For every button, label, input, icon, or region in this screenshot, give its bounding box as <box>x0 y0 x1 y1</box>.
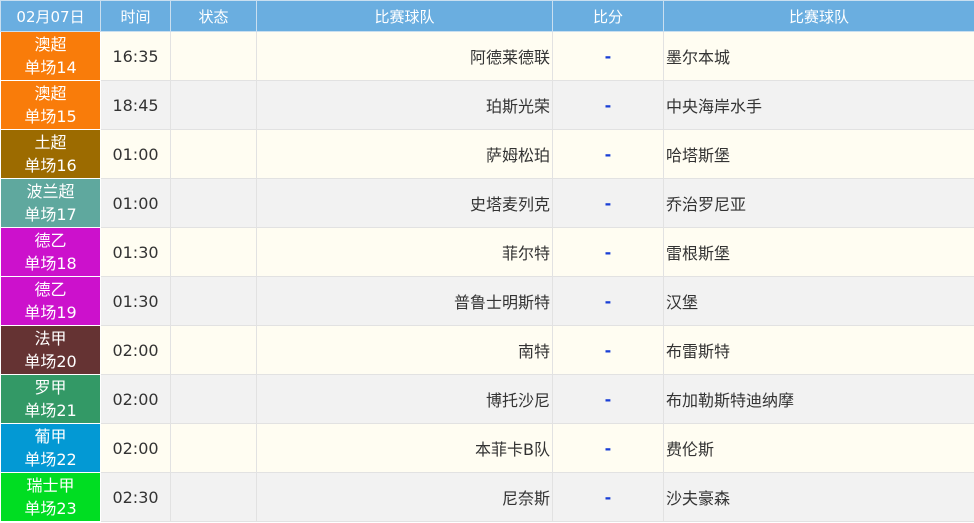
match-number: 单场23 <box>24 499 77 518</box>
header-time[interactable]: 时间 <box>100 0 171 32</box>
away-team[interactable]: 布加勒斯特迪纳摩 <box>663 374 974 424</box>
match-number: 单场16 <box>24 156 77 175</box>
home-team[interactable]: 史塔麦列克 <box>256 178 553 228</box>
match-row[interactable]: 土超 单场16 01:00 萨姆松珀 - 哈塔斯堡 <box>0 129 974 179</box>
match-schedule-table: 02月07日 时间 状态 比赛球队 比分 比赛球队 澳超 单场14 16:35 阿德莱… <box>0 0 974 522</box>
away-team[interactable]: 哈塔斯堡 <box>663 129 974 179</box>
away-team[interactable]: 沙夫豪森 <box>663 472 974 522</box>
league-name[interactable]: 瑞士甲 <box>26 476 74 495</box>
league-cell[interactable]: 罗甲单场21 <box>0 374 101 424</box>
league-name[interactable]: 罗甲 <box>34 378 66 397</box>
match-list: 澳超 单场14 16:35 阿德莱德联 - 墨尔本城 澳超 单场15 18:45 珀斯光荣 - 中央海… <box>0 31 974 522</box>
match-number: 单场18 <box>24 254 77 273</box>
away-team[interactable]: 乔治罗尼亚 <box>663 178 974 228</box>
match-time: 16:35 <box>100 31 171 81</box>
away-team[interactable]: 费伦斯 <box>663 423 974 473</box>
match-row[interactable]: 瑞士甲 单场23 02:30 尼奈斯 - 沙夫豪森 <box>0 472 974 522</box>
match-row[interactable]: 罗甲 单场21 02:00 博托沙尼 - 布加勒斯特迪纳摩 <box>0 374 974 424</box>
league-cell[interactable]: 澳超单场15 <box>0 80 101 130</box>
league-cell[interactable]: 土超单场16 <box>0 129 101 179</box>
match-time: 02:00 <box>100 325 171 375</box>
away-team[interactable]: 汉堡 <box>663 276 974 326</box>
home-team[interactable]: 普鲁士明斯特 <box>256 276 553 326</box>
league-name[interactable]: 澳超 <box>34 35 66 54</box>
header-home-team[interactable]: 比赛球队 <box>256 0 553 32</box>
header-status[interactable]: 状态 <box>170 0 257 32</box>
match-time: 02:30 <box>100 472 171 522</box>
match-number: 单场14 <box>24 58 77 77</box>
match-status <box>170 129 257 179</box>
league-name[interactable]: 波兰超 <box>26 182 74 201</box>
match-time: 01:00 <box>100 178 171 228</box>
match-status <box>170 80 257 130</box>
match-status <box>170 325 257 375</box>
match-score[interactable]: - <box>552 325 664 375</box>
home-team[interactable]: 博托沙尼 <box>256 374 553 424</box>
league-cell[interactable]: 瑞士甲单场23 <box>0 472 101 522</box>
league-cell[interactable]: 葡甲单场22 <box>0 423 101 473</box>
league-name[interactable]: 葡甲 <box>34 427 66 446</box>
match-status <box>170 227 257 277</box>
match-status <box>170 374 257 424</box>
home-team[interactable]: 尼奈斯 <box>256 472 553 522</box>
match-score[interactable]: - <box>552 178 664 228</box>
home-team[interactable]: 珀斯光荣 <box>256 80 553 130</box>
home-team[interactable]: 菲尔特 <box>256 227 553 277</box>
match-row[interactable]: 澳超 单场14 16:35 阿德莱德联 - 墨尔本城 <box>0 31 974 81</box>
match-row[interactable]: 葡甲 单场22 02:00 本菲卡B队 - 费伦斯 <box>0 423 974 473</box>
header-away-team[interactable]: 比赛球队 <box>663 0 974 32</box>
match-score[interactable]: - <box>552 31 664 81</box>
league-name[interactable]: 澳超 <box>34 84 66 103</box>
away-team[interactable]: 雷根斯堡 <box>663 227 974 277</box>
match-row[interactable]: 波兰超 单场17 01:00 史塔麦列克 - 乔治罗尼亚 <box>0 178 974 228</box>
match-time: 01:00 <box>100 129 171 179</box>
match-status <box>170 178 257 228</box>
match-row[interactable]: 德乙 单场19 01:30 普鲁士明斯特 - 汉堡 <box>0 276 974 326</box>
league-name[interactable]: 德乙 <box>34 231 66 250</box>
league-cell[interactable]: 澳超单场14 <box>0 31 101 81</box>
match-score[interactable]: - <box>552 276 664 326</box>
league-cell[interactable]: 法甲单场20 <box>0 325 101 375</box>
home-team[interactable]: 本菲卡B队 <box>256 423 553 473</box>
away-team[interactable]: 中央海岸水手 <box>663 80 974 130</box>
away-team[interactable]: 墨尔本城 <box>663 31 974 81</box>
match-status <box>170 423 257 473</box>
match-score[interactable]: - <box>552 423 664 473</box>
match-score[interactable]: - <box>552 80 664 130</box>
match-score[interactable]: - <box>552 374 664 424</box>
match-row[interactable]: 法甲 单场20 02:00 南特 - 布雷斯特 <box>0 325 974 375</box>
league-name[interactable]: 法甲 <box>34 329 66 348</box>
match-time: 02:00 <box>100 374 171 424</box>
home-team[interactable]: 阿德莱德联 <box>256 31 553 81</box>
match-time: 01:30 <box>100 227 171 277</box>
league-name[interactable]: 土超 <box>34 133 66 152</box>
match-time: 18:45 <box>100 80 171 130</box>
table-header-row: 02月07日 时间 状态 比赛球队 比分 比赛球队 <box>0 0 974 32</box>
match-number: 单场20 <box>24 352 77 371</box>
match-time: 01:30 <box>100 276 171 326</box>
league-name[interactable]: 德乙 <box>34 280 66 299</box>
match-score[interactable]: - <box>552 227 664 277</box>
home-team[interactable]: 南特 <box>256 325 553 375</box>
match-number: 单场21 <box>24 401 77 420</box>
match-score[interactable]: - <box>552 129 664 179</box>
match-number: 单场19 <box>24 303 77 322</box>
match-row[interactable]: 澳超 单场15 18:45 珀斯光荣 - 中央海岸水手 <box>0 80 974 130</box>
league-cell[interactable]: 德乙单场19 <box>0 276 101 326</box>
match-time: 02:00 <box>100 423 171 473</box>
header-score[interactable]: 比分 <box>552 0 664 32</box>
home-team[interactable]: 萨姆松珀 <box>256 129 553 179</box>
match-number: 单场22 <box>24 450 77 469</box>
league-cell[interactable]: 德乙单场18 <box>0 227 101 277</box>
match-status <box>170 276 257 326</box>
match-row[interactable]: 德乙 单场18 01:30 菲尔特 - 雷根斯堡 <box>0 227 974 277</box>
match-number: 单场15 <box>24 107 77 126</box>
league-cell[interactable]: 波兰超单场17 <box>0 178 101 228</box>
match-number: 单场17 <box>24 205 77 224</box>
match-status <box>170 31 257 81</box>
match-status <box>170 472 257 522</box>
away-team[interactable]: 布雷斯特 <box>663 325 974 375</box>
header-date[interactable]: 02月07日 <box>0 0 101 32</box>
match-score[interactable]: - <box>552 472 664 522</box>
